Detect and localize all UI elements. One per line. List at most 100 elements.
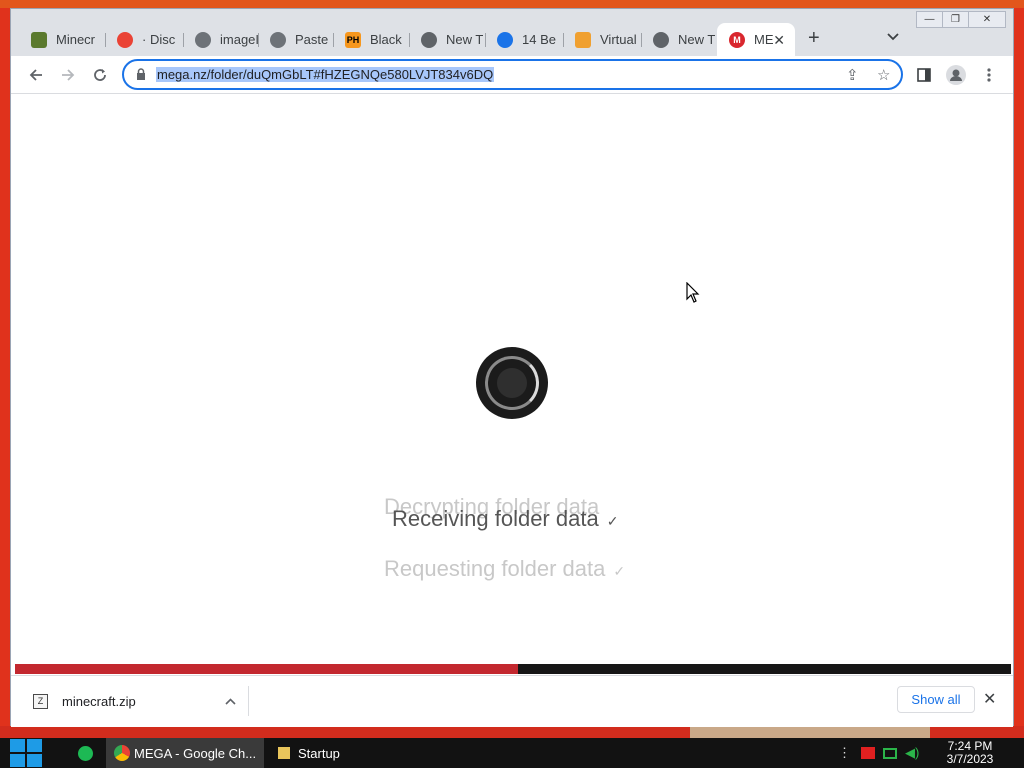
windows-logo-icon — [27, 754, 42, 767]
progress-bar-fill — [15, 664, 518, 674]
show-all-downloads-button[interactable]: Show all — [897, 686, 975, 713]
chrome-icon — [114, 745, 130, 761]
tab-title: 14 Be — [522, 32, 556, 47]
restore-button[interactable]: ❐ — [943, 12, 969, 27]
arrow-left-icon — [29, 69, 42, 81]
tab[interactable]: New T — [409, 23, 485, 56]
tab-title: New T — [678, 32, 716, 47]
taskbar: MEGA - Google Ch... Startup ⋮ ◀) 7:24 PM… — [0, 738, 1024, 768]
loading-step-text: Requesting folder data — [384, 556, 606, 581]
windows-logo-icon — [27, 739, 42, 752]
avatar-icon — [946, 65, 966, 85]
progress-bar — [15, 664, 1011, 674]
tab-title: Virtual — [600, 32, 637, 47]
clock-date: 3/7/2023 — [946, 752, 994, 766]
new-tab-button[interactable]: + — [808, 27, 820, 50]
tray-overflow-icon[interactable]: ⋮ — [838, 745, 851, 761]
download-item[interactable]: Z minecraft.zip — [29, 686, 249, 716]
tab-title: · Disc — [142, 32, 176, 47]
menu-button[interactable] — [976, 62, 1002, 88]
browser-window: — ❐ ✕ Minecr · Disc imageI Paste PH Blac… — [10, 8, 1014, 727]
mouse-cursor-icon — [686, 282, 700, 303]
url-text[interactable]: mega.nz/folder/duQmGbLT#fHZEGNQe580LVJT8… — [156, 67, 495, 82]
tab-title: Black — [370, 32, 402, 47]
taskbar-item-label: MEGA - Google Ch... — [134, 745, 257, 761]
minecraft-block-icon — [31, 31, 47, 48]
spinner-core — [497, 368, 527, 398]
loading-step-text: Receiving folder data — [392, 506, 599, 531]
chrome-icon — [421, 31, 437, 48]
download-shelf: Z minecraft.zip Show all ✕ — [11, 675, 1013, 727]
spotify-taskbar-button[interactable] — [70, 738, 102, 768]
loading-step: Receiving folder data ✓ — [392, 506, 618, 532]
chevron-down-icon — [887, 33, 899, 41]
loading-step: Requesting folder data ✓ — [384, 556, 625, 582]
windows-logo-icon — [10, 739, 25, 752]
spotify-icon — [78, 745, 93, 761]
taskbar-item-label: Startup — [298, 745, 340, 761]
tab[interactable]: New T — [641, 23, 717, 56]
system-tray: ⋮ ◀) — [838, 738, 919, 768]
forward-button[interactable] — [55, 62, 81, 88]
tab[interactable]: · Disc — [105, 23, 183, 56]
folder-icon — [278, 747, 290, 759]
chrome-g-icon — [117, 31, 133, 48]
check-icon: ✓ — [606, 513, 619, 529]
mega-logo-icon: M — [729, 31, 745, 48]
minimize-button[interactable]: — — [917, 12, 943, 27]
chrome-taskbar-button[interactable]: MEGA - Google Ch... — [106, 738, 264, 768]
tab[interactable]: PH Black — [333, 23, 409, 56]
tab[interactable]: Virtual — [563, 23, 641, 56]
browser-toolbar: mega.nz/folder/duQmGbLT#fHZEGNQe580LVJT8… — [11, 56, 1013, 94]
page-content: Decrypting folder data Receiving folder … — [11, 94, 1013, 664]
address-bar[interactable]: mega.nz/folder/duQmGbLT#fHZEGNQe580LVJT8… — [122, 59, 903, 90]
close-download-shelf-icon[interactable]: ✕ — [983, 689, 996, 709]
start-button[interactable] — [10, 738, 44, 768]
windows-logo-icon — [10, 754, 25, 767]
close-tab-icon[interactable]: ✕ — [773, 32, 785, 49]
wallpaper-photo — [690, 726, 930, 738]
fan-icon — [575, 31, 591, 48]
tab[interactable]: Paste — [258, 23, 333, 56]
window-controls: — ❐ ✕ — [916, 11, 1006, 28]
tab-title: New T — [446, 32, 484, 47]
speaker-icon[interactable]: ◀) — [905, 745, 919, 761]
wallpaper-strip-top — [0, 0, 1024, 8]
tab-title: Minecr — [56, 32, 96, 47]
tab-title: Paste — [295, 32, 329, 47]
globe-icon — [270, 31, 286, 48]
reload-icon — [94, 69, 106, 81]
more-vert-icon — [987, 68, 991, 82]
blue-circle-icon — [497, 31, 513, 48]
share-icon[interactable]: ⇪ — [846, 66, 859, 84]
check-icon: ✓ — [613, 563, 626, 579]
reload-button[interactable] — [87, 62, 113, 88]
globe-icon — [195, 31, 211, 48]
profile-button[interactable] — [943, 62, 969, 88]
network-icon[interactable] — [883, 747, 897, 759]
tab-title: imageI — [220, 32, 258, 47]
tab-active[interactable]: M ME ✕ — [717, 23, 795, 56]
loading-spinner-icon — [476, 347, 548, 419]
tab[interactable]: imageI — [183, 23, 258, 56]
ph-logo-icon: PH — [345, 31, 361, 48]
zip-file-icon: Z — [33, 693, 48, 709]
lock-icon — [137, 68, 145, 80]
side-panel-icon — [917, 68, 931, 82]
tab[interactable]: 14 Be — [485, 23, 563, 56]
chevron-up-icon[interactable] — [225, 694, 236, 708]
tab-search-button[interactable] — [887, 30, 899, 44]
star-icon[interactable]: ☆ — [877, 66, 890, 84]
system-clock[interactable]: 7:24 PM 3/7/2023 — [930, 740, 1010, 766]
flag-icon[interactable] — [861, 747, 875, 759]
download-file-name: minecraft.zip — [62, 693, 136, 709]
back-button[interactable] — [23, 62, 49, 88]
tab-strip: — ❐ ✕ Minecr · Disc imageI Paste PH Blac… — [11, 9, 1013, 56]
tab-title: ME — [754, 32, 774, 47]
chrome-icon — [653, 31, 669, 48]
startup-taskbar-button[interactable]: Startup — [270, 738, 428, 768]
side-panel-button[interactable] — [911, 62, 937, 88]
arrow-right-icon — [62, 69, 75, 81]
tab[interactable]: Minecr — [19, 23, 105, 56]
close-window-button[interactable]: ✕ — [969, 12, 1005, 27]
